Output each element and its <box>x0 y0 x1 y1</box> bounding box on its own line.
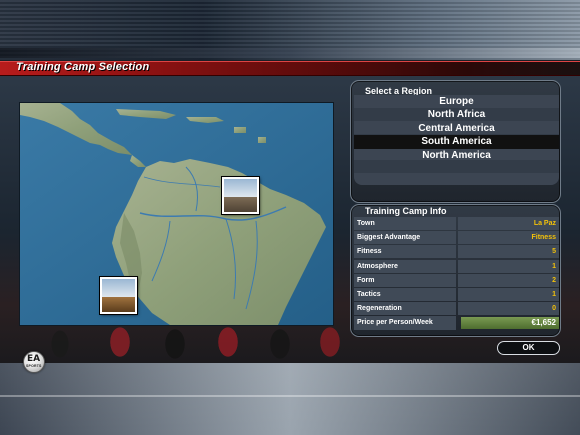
region-item-europe[interactable]: Europe <box>354 95 559 108</box>
info-row-regeneration: Regeneration 0 <box>354 302 559 316</box>
info-value: 1 <box>458 287 559 301</box>
region-item-south-america[interactable]: South America <box>354 135 559 149</box>
header-stripe <box>0 48 580 58</box>
info-label: Atmosphere <box>354 259 456 273</box>
info-label: Town <box>354 217 456 230</box>
info-value: 0 <box>458 302 559 316</box>
price-value: €1,652 <box>461 317 559 330</box>
info-label: Biggest Advantage <box>354 231 456 245</box>
info-row-form: Form 2 <box>354 273 559 287</box>
region-item-central-america[interactable]: Central America <box>354 122 559 135</box>
ok-button[interactable]: OK <box>497 341 560 355</box>
info-row-town: Town La Paz <box>354 217 559 230</box>
map-drawing <box>20 103 333 325</box>
region-item-north-america[interactable]: North America <box>354 149 559 162</box>
footer-divider <box>0 395 580 397</box>
info-label: Form <box>354 273 456 287</box>
camp-info-panel: Training Camp Info Town La Paz Biggest A… <box>350 204 561 337</box>
page-title: Training Camp Selection <box>16 61 150 73</box>
info-row-fitness: Fitness 5 <box>354 245 559 259</box>
region-list: Europe North Africa Central America Sout… <box>354 95 559 185</box>
title-bar: Training Camp Selection <box>0 61 580 76</box>
region-select-panel: Select a Region Europe North Africa Cent… <box>350 80 561 203</box>
info-row-tactics: Tactics 1 <box>354 287 559 301</box>
info-value: 1 <box>458 259 559 273</box>
info-value: 5 <box>458 245 559 259</box>
info-row-biggest-advantage: Biggest Advantage Fitness <box>354 231 559 245</box>
info-label: Tactics <box>354 287 456 301</box>
ea-sports-logo: EA SPORTS <box>23 351 45 373</box>
info-label: Regeneration <box>354 302 456 316</box>
info-row-price: Price per Person/Week €1,652 <box>354 316 559 331</box>
region-item-north-africa[interactable]: North Africa <box>354 108 559 121</box>
region-map[interactable] <box>19 102 334 326</box>
info-row-atmosphere: Atmosphere 1 <box>354 259 559 273</box>
price-label: Price per Person/Week <box>354 316 456 331</box>
camp-marker-la-paz[interactable] <box>100 277 137 314</box>
info-label: Fitness <box>354 245 456 259</box>
logo-brand: EA <box>27 354 41 364</box>
logo-sub: SPORTS <box>26 364 42 368</box>
info-value: Fitness <box>458 231 559 245</box>
info-value: 2 <box>458 273 559 287</box>
footer-background <box>0 363 580 435</box>
camp-marker-amazon[interactable] <box>222 177 259 214</box>
info-value: La Paz <box>458 217 559 230</box>
camp-info-table: Town La Paz Biggest Advantage Fitness Fi… <box>354 217 559 331</box>
